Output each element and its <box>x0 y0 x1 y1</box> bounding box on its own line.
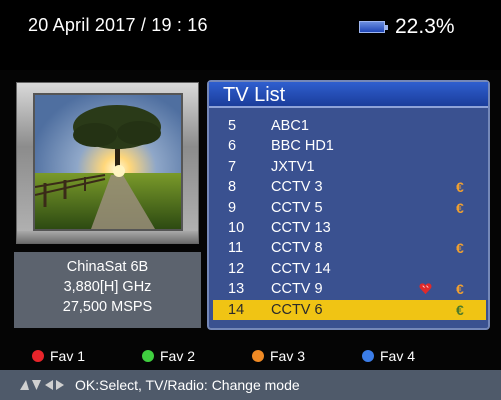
scrambled-icon: € <box>456 301 464 318</box>
fav-3-button[interactable]: Fav 3 <box>252 345 305 367</box>
fav-1-label: Fav 1 <box>50 348 86 364</box>
channel-number: 12 <box>228 260 245 277</box>
channel-name: JXTV1 <box>271 158 315 175</box>
channel-name: CCTV 6 <box>271 301 323 318</box>
battery-status: 22.3% <box>359 15 455 39</box>
fav-4-label: Fav 4 <box>380 348 416 364</box>
channel-number: 10 <box>228 219 245 236</box>
channel-number: 13 <box>228 281 245 298</box>
battery-percent: 22.3% <box>395 15 455 38</box>
blue-dot-icon <box>362 350 374 362</box>
channel-list: 5 ABC1 6 BBC HD1 7 JXTV1 8 CCTV 3 €9 CCTV 5 €10 CCT… <box>213 116 486 320</box>
channel-preview-frame <box>16 82 199 244</box>
channel-name: CCTV 5 <box>271 199 323 216</box>
satellite-name: ChinaSat 6B <box>66 259 149 275</box>
channel-row[interactable]: 11 CCTV 8 € <box>213 238 486 258</box>
help-text: OK:Select, TV/Radio: Change mode <box>75 377 300 393</box>
landscape-thumbnail <box>35 95 181 229</box>
fav-2-label: Fav 2 <box>160 348 196 364</box>
scrambled-icon: € <box>456 240 464 257</box>
channel-row-selected[interactable]: 14 CCTV 6 € <box>213 299 486 320</box>
channel-number: 5 <box>228 118 237 134</box>
help-bar: OK:Select, TV/Radio: Change mode <box>0 370 501 400</box>
channel-name: CCTV 3 <box>271 179 323 196</box>
channel-name: CCTV 8 <box>271 240 323 257</box>
channel-number: 14 <box>228 301 245 318</box>
channel-name: ABC1 <box>271 118 309 134</box>
status-bar: 20 April 2017 / 19 : 16 22.3% <box>0 0 501 70</box>
scrambled-icon: € <box>456 179 464 196</box>
channel-row[interactable]: 12 CCTV 14 <box>213 259 486 279</box>
green-dot-icon <box>142 350 154 362</box>
orange-dot-icon <box>252 350 264 362</box>
channel-number: 11 <box>228 240 244 257</box>
channel-name: CCTV 13 <box>271 219 331 236</box>
scrambled-icon: € <box>456 199 464 216</box>
channel-name: BBC HD1 <box>271 138 334 155</box>
channel-number: 9 <box>228 199 237 216</box>
navigation-arrows-icon <box>20 380 64 390</box>
preview-frame-base <box>17 231 198 243</box>
favorites-bar: Fav 1 Fav 2 Fav 3 Fav 4 <box>0 345 501 367</box>
fav-2-button[interactable]: Fav 2 <box>142 345 195 367</box>
channel-row[interactable]: 9 CCTV 5 € <box>213 198 486 218</box>
channel-number: 6 <box>228 138 237 155</box>
red-dot-icon <box>32 350 44 362</box>
scrambled-icon: € <box>456 281 464 298</box>
satellite-info-panel: ChinaSat 6B 3,880[H] GHz 27,500 MSPS <box>14 252 201 328</box>
fav-1-button[interactable]: Fav 1 <box>32 345 85 367</box>
battery-icon <box>359 21 388 33</box>
channel-number: 8 <box>228 179 237 196</box>
channel-name: CCTV 9 <box>271 281 323 298</box>
satellite-frequency: 3,880[H] GHz <box>63 279 152 295</box>
favorite-heart-icon <box>419 283 432 295</box>
channel-number: 7 <box>228 158 237 175</box>
channel-row[interactable]: 8 CCTV 3 € <box>213 177 486 197</box>
tv-list-title: TV List <box>209 82 488 108</box>
fav-3-label: Fav 3 <box>270 348 306 364</box>
fav-4-button[interactable]: Fav 4 <box>362 345 415 367</box>
channel-name: CCTV 14 <box>271 260 331 277</box>
channel-row[interactable]: 5 ABC1 <box>213 116 486 136</box>
date-time: 20 April 2017 / 19 : 16 <box>28 15 208 35</box>
channel-row[interactable]: 10 CCTV 13 <box>213 218 486 238</box>
channel-row[interactable]: 7 JXTV1 <box>213 157 486 177</box>
channel-row[interactable]: 13 CCTV 9 € <box>213 279 486 299</box>
channel-row[interactable]: 6 BBC HD1 <box>213 136 486 156</box>
channel-preview-image <box>33 93 183 231</box>
tv-list-panel: TV List 5 ABC1 6 BBC HD1 7 JXTV1 8 CCTV 3 €9 CCTV… <box>207 80 490 330</box>
satellite-symbol-rate: 27,500 MSPS <box>62 299 153 315</box>
